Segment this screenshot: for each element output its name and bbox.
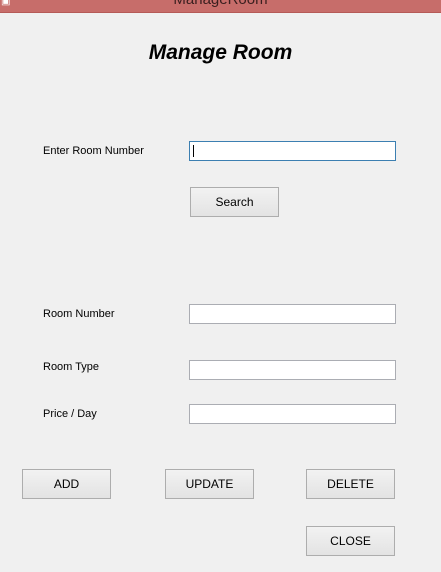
close-button[interactable]: CLOSE (306, 526, 395, 556)
title-bar[interactable]: ▣ ManageRoom (0, 0, 441, 13)
manage-room-window: ▣ ManageRoom Manage Room Enter Room Numb… (0, 0, 441, 572)
update-button[interactable]: UPDATE (165, 469, 254, 499)
room-type-label: Room Type (43, 361, 100, 373)
room-type-input[interactable] (189, 360, 396, 380)
text-caret (193, 145, 194, 157)
room-number-label: Room Number (43, 308, 115, 320)
price-per-day-input[interactable] (189, 404, 396, 424)
window-title: ManageRoom (0, 0, 441, 8)
price-per-day-label: Price / Day (43, 408, 97, 420)
search-button[interactable]: Search (190, 187, 279, 217)
room-number-input[interactable] (189, 304, 396, 324)
page-heading: Manage Room (148, 41, 293, 64)
search-room-number-input[interactable] (189, 141, 396, 161)
delete-button[interactable]: DELETE (306, 469, 395, 499)
add-button[interactable]: ADD (22, 469, 111, 499)
enter-room-number-label: Enter Room Number (43, 145, 144, 157)
